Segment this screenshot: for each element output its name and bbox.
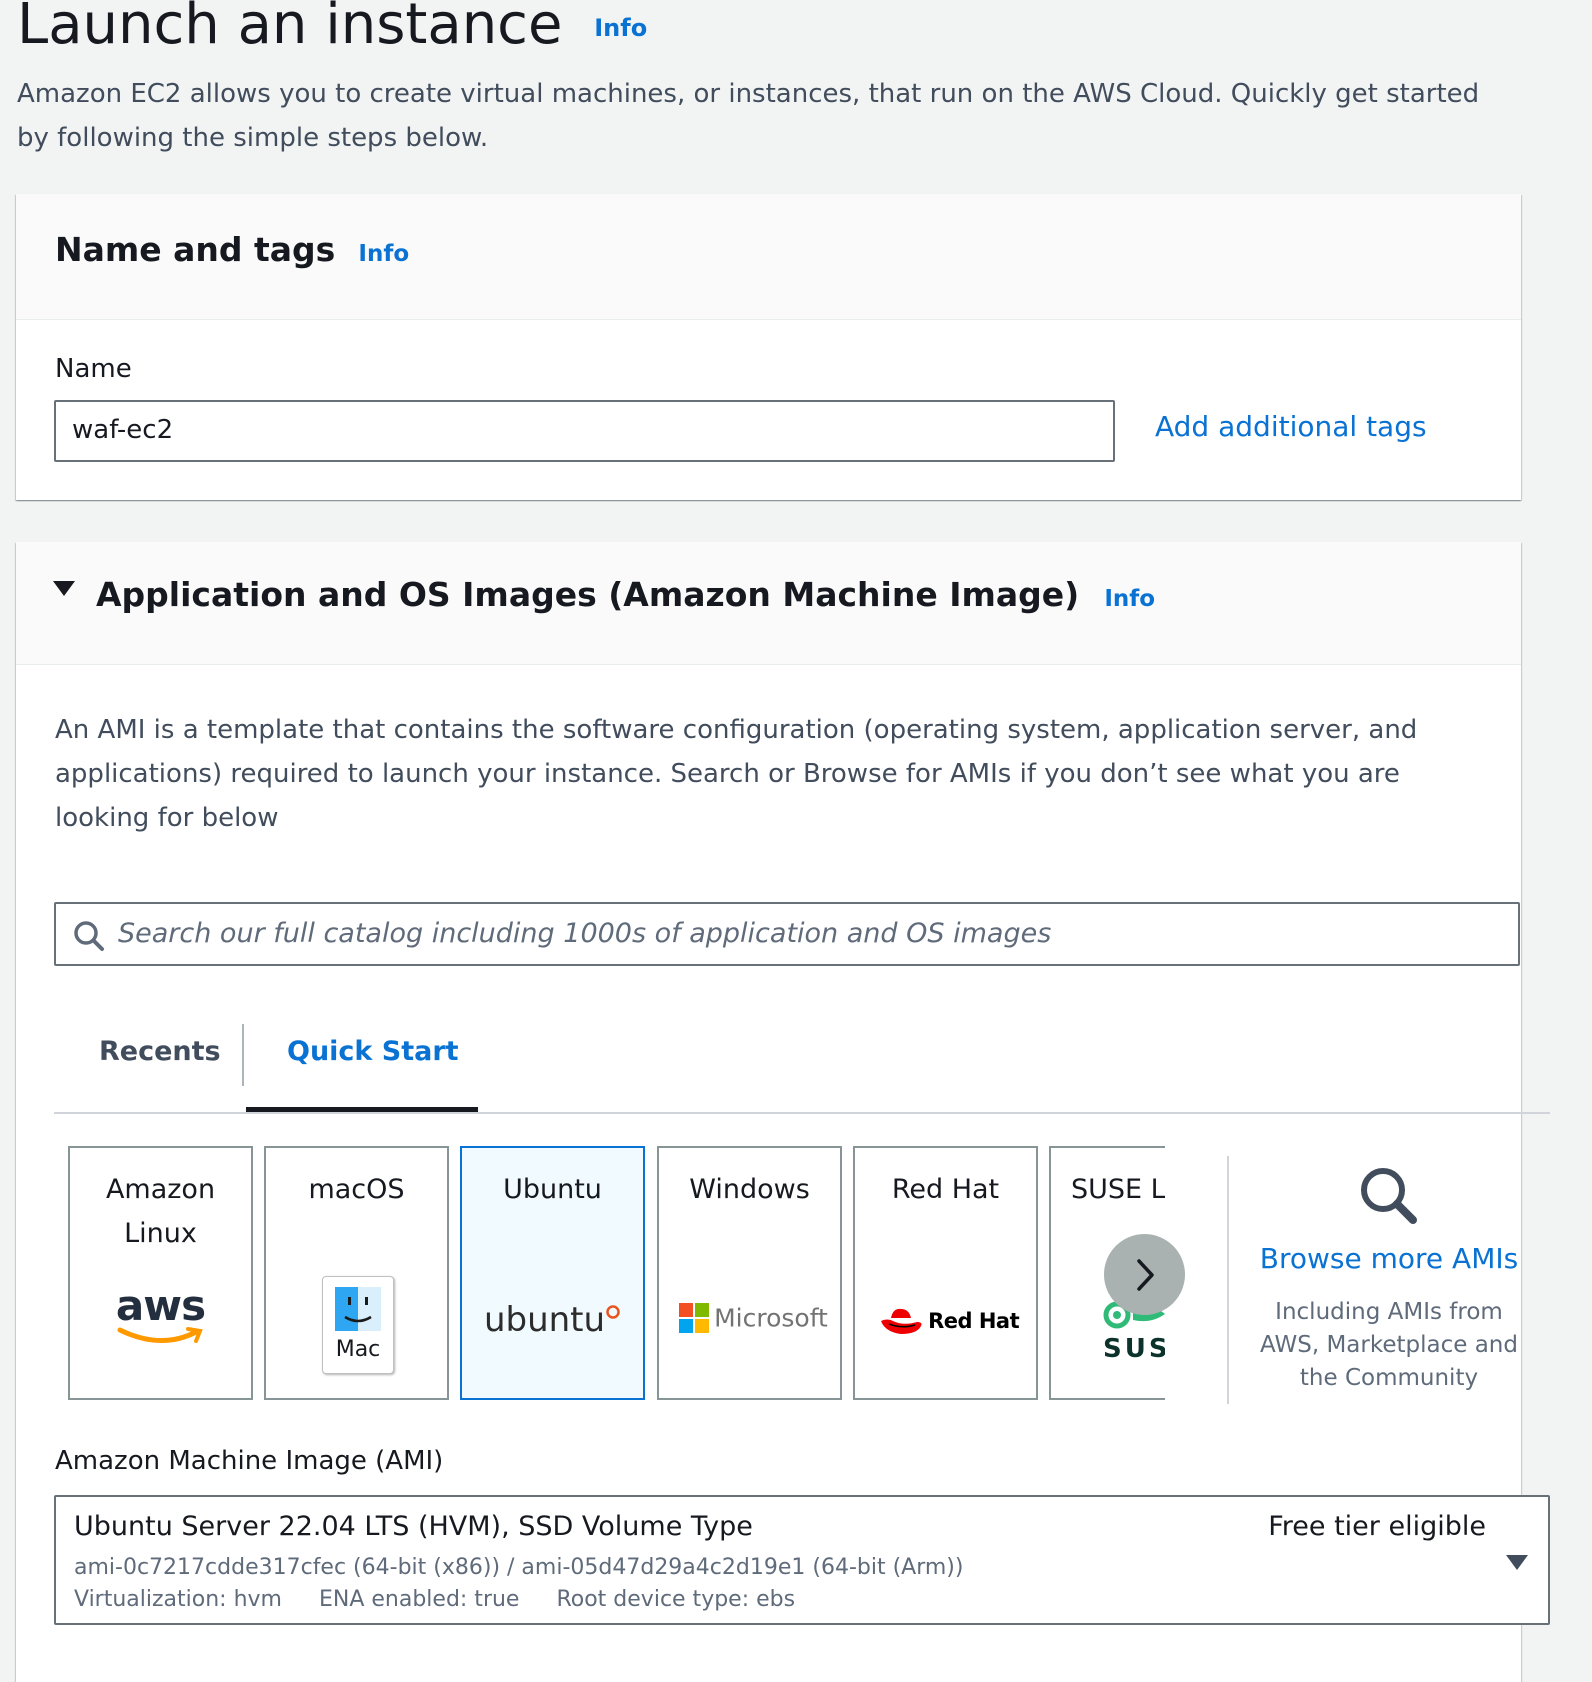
redhat-logo-text: Red Hat bbox=[928, 1309, 1020, 1333]
ubuntu-circle-icon bbox=[606, 1305, 620, 1319]
microsoft-logo: Microsoft bbox=[679, 1303, 828, 1333]
search-icon[interactable] bbox=[1357, 1164, 1419, 1226]
ami-selected-meta: Virtualization: hvm ENA enabled: true Ro… bbox=[74, 1587, 795, 1612]
browse-more-amis-link[interactable]: Browse more AMIs bbox=[1234, 1242, 1544, 1275]
suse-logo-text: SUS bbox=[1103, 1334, 1165, 1364]
aws-smile-icon bbox=[117, 1327, 203, 1343]
ami-virtualization: Virtualization: hvm bbox=[74, 1587, 282, 1612]
mac-finder-icon: Mac bbox=[322, 1276, 394, 1374]
card-label: SUSE Li bbox=[1071, 1174, 1165, 1205]
card-label: Amazon Linux bbox=[105, 1174, 216, 1249]
browse-divider bbox=[1227, 1156, 1229, 1404]
card-label: Windows bbox=[689, 1174, 810, 1205]
chevron-right-icon[interactable] bbox=[1130, 1256, 1160, 1294]
browse-more-note: Including AMIs from AWS, Marketplace and… bbox=[1260, 1299, 1518, 1391]
aws-logo: aws bbox=[70, 1281, 251, 1352]
ubuntu-logo-text: ubuntu bbox=[483, 1300, 606, 1340]
browse-search-icon-wrap[interactable] bbox=[1357, 1164, 1419, 1230]
ami-card-strip: Amazon Linux aws macOS Mac Ubuntu ubuntu… bbox=[0, 0, 1165, 1664]
red-hat-icon bbox=[881, 1308, 922, 1334]
carousel-next-button[interactable] bbox=[1104, 1234, 1185, 1315]
ami-ena: ENA enabled: true bbox=[318, 1587, 520, 1612]
aws-logo-text: aws bbox=[115, 1281, 206, 1330]
microsoft-squares-icon bbox=[679, 1303, 709, 1333]
ami-card-macos[interactable]: macOS Mac bbox=[264, 1146, 449, 1400]
ami-card-ubuntu[interactable]: Ubuntu ubuntu bbox=[460, 1146, 645, 1400]
ami-select-label: Amazon Machine Image (AMI) bbox=[55, 1446, 444, 1476]
ami-selected-name: Ubuntu Server 22.04 LTS (HVM), SSD Volum… bbox=[74, 1511, 753, 1542]
caret-down-icon[interactable] bbox=[1506, 1553, 1528, 1571]
microsoft-logo-text: Microsoft bbox=[714, 1303, 828, 1333]
ami-card-red-hat[interactable]: Red Hat Red Hat bbox=[853, 1146, 1038, 1400]
card-label: macOS bbox=[308, 1174, 405, 1205]
ami-card-windows[interactable]: Windows Microsoft bbox=[657, 1146, 842, 1400]
card-label: Ubuntu bbox=[503, 1174, 602, 1205]
ami-selected-ids: ami-0c7217cdde317cfec (64-bit (x86)) / a… bbox=[74, 1555, 964, 1580]
add-additional-tags-link[interactable]: Add additional tags bbox=[1155, 410, 1427, 443]
ubuntu-logo: ubuntu bbox=[462, 1300, 643, 1340]
mac-logo-text: Mac bbox=[335, 1337, 381, 1362]
finder-face-icon bbox=[335, 1287, 381, 1331]
ami-select-dropdown[interactable]: Ubuntu Server 22.04 LTS (HVM), SSD Volum… bbox=[54, 1495, 1550, 1625]
ami-root-device: Root device type: ebs bbox=[556, 1587, 796, 1612]
card-label: Red Hat bbox=[891, 1174, 1000, 1205]
ami-card-amazon-linux[interactable]: Amazon Linux aws bbox=[68, 1146, 253, 1400]
free-tier-badge: Free tier eligible bbox=[1268, 1511, 1486, 1542]
redhat-logo: Red Hat bbox=[879, 1304, 1020, 1338]
